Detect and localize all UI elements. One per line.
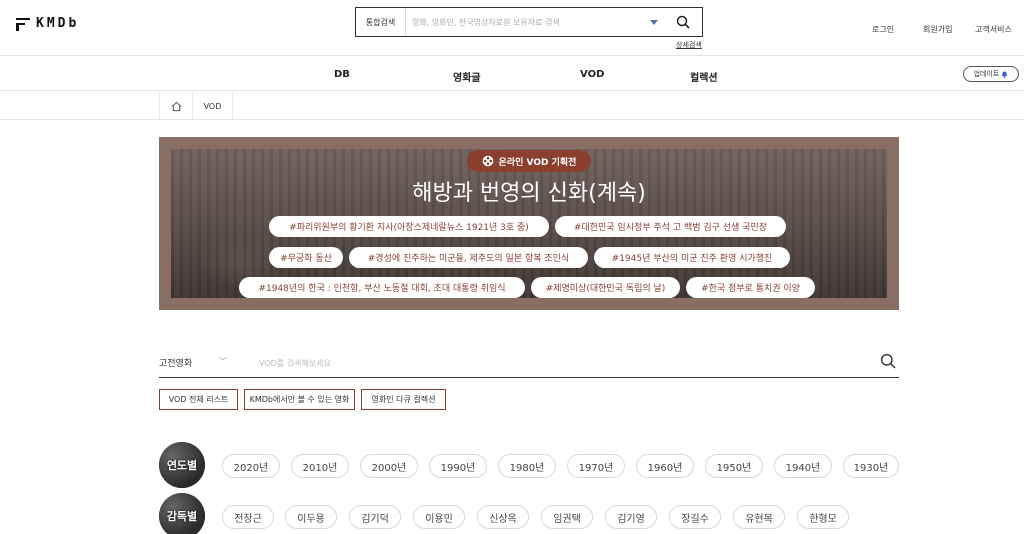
decade-chip[interactable]: 1970년 — [567, 454, 625, 478]
director-chip[interactable]: 장길수 — [669, 505, 721, 529]
banner-tag[interactable]: #대한민국 임시정부 주석 고 백범 김구 선생 국민장 — [555, 216, 786, 237]
banner-tag[interactable]: #제명미상(대한민국 독립의 날) — [531, 277, 680, 298]
login-link[interactable]: 로그인 — [872, 24, 894, 35]
global-search-input[interactable] — [406, 17, 650, 27]
top-header: KMDb 통합검색 상세검색 로그인 회원가입 고객서비스 — [0, 0, 1024, 56]
home-icon[interactable] — [159, 92, 193, 120]
director-chip[interactable]: 임권택 — [541, 505, 593, 529]
director-filter-icon: 감독별 — [159, 493, 205, 534]
decade-chip[interactable]: 1980년 — [498, 454, 556, 478]
update-button-label: 업데이트 — [973, 70, 1000, 78]
director-chip[interactable]: 전창근 — [222, 505, 274, 529]
director-chip[interactable]: 이용민 — [413, 505, 465, 529]
decade-chip[interactable]: 2010년 — [291, 454, 349, 478]
decade-filter-icon: 연도별 — [159, 442, 205, 488]
nav-item-collection[interactable]: 컬렉션 — [690, 69, 718, 84]
advanced-search-link[interactable]: 상세검색 — [676, 40, 702, 50]
banner-badge-label: 온라인 VOD 기획전 — [498, 157, 577, 168]
film-reel-icon — [482, 155, 493, 167]
decade-chip[interactable]: 2000년 — [360, 454, 418, 478]
bell-icon — [1002, 70, 1008, 78]
search-scope-label[interactable]: 통합검색 — [356, 8, 406, 36]
banner-badge: 온라인 VOD 기획전 — [467, 150, 591, 172]
breadcrumb: VOD — [0, 92, 1024, 120]
customer-service-link[interactable]: 고객서비스 — [975, 24, 1012, 35]
banner-tag[interactable]: #1945년 부산의 미군 진주 환영 시가행진 — [594, 247, 790, 268]
decade-filter-label: 연도별 — [166, 459, 198, 472]
breadcrumb-current[interactable]: VOD — [193, 92, 233, 120]
banner-tag[interactable]: #한국 정부로 통치권 이양 — [686, 277, 815, 298]
director-chip[interactable]: 이두용 — [285, 505, 337, 529]
vod-search-bar: 고전영화 ﹀ — [159, 350, 899, 378]
chevron-down-icon[interactable]: ﹀ — [219, 356, 227, 367]
decade-chip[interactable]: 1990년 — [429, 454, 487, 478]
vod-feature-banner[interactable]: 온라인 VOD 기획전 해방과 번영의 신화(계속) #파리위원부의 황기환 지… — [159, 137, 899, 310]
logo-text: KMDb — [36, 16, 80, 31]
decade-chip[interactable]: 1960년 — [636, 454, 694, 478]
logo-mark-icon — [16, 17, 30, 31]
vod-search-icon[interactable] — [877, 350, 899, 372]
vod-search-input[interactable] — [259, 354, 819, 372]
banner-title: 해방과 번영의 신화(계속) — [412, 181, 646, 206]
director-chip[interactable]: 김기영 — [605, 505, 657, 529]
nav-item-db[interactable]: DB — [334, 69, 350, 80]
decade-chip[interactable]: 1950년 — [705, 454, 763, 478]
nav-item-articles[interactable]: 영화글 — [453, 69, 481, 84]
director-chip[interactable]: 한형모 — [797, 505, 849, 529]
update-button[interactable]: 업데이트 — [963, 66, 1019, 82]
banner-tag[interactable]: #파리위원부의 황기환 지사(아장스제네랄뉴스 1921년 3호 중) — [269, 216, 549, 237]
kmdb-exclusive-button[interactable]: KMDb에서만 볼 수 있는 영화 — [244, 389, 355, 410]
decade-chip[interactable]: 2020년 — [222, 454, 280, 478]
banner-tag[interactable]: #1948년의 한국 : 인천항, 부산 노동절 대회, 초대 대통령 취임식 — [239, 277, 525, 298]
main-nav: DB 영화글 VOD 컬렉션 — [0, 57, 1024, 91]
filmmaker-docu-button[interactable]: 영화인 다큐 컬렉션 — [361, 389, 446, 410]
decade-chip[interactable]: 1930년 — [843, 454, 899, 478]
search-icon[interactable] — [670, 9, 696, 35]
director-chip[interactable]: 김기덕 — [349, 505, 401, 529]
vod-category-select[interactable]: 고전영화 — [159, 356, 192, 369]
director-chip[interactable]: 유현목 — [733, 505, 785, 529]
global-search-box: 통합검색 — [355, 7, 703, 37]
kmdb-logo[interactable]: KMDb — [16, 16, 79, 31]
nav-item-vod[interactable]: VOD — [580, 69, 604, 80]
search-dropdown-caret-icon[interactable] — [650, 19, 658, 25]
director-filter-label: 감독별 — [166, 510, 198, 523]
signup-link[interactable]: 회원가입 — [923, 24, 952, 35]
decade-chip[interactable]: 1940년 — [774, 454, 832, 478]
banner-tag[interactable]: #경성에 진주하는 미군들, 제주도의 일본 항복 조인식 — [349, 247, 588, 268]
banner-tag[interactable]: #무궁화 동산 — [269, 247, 343, 268]
director-chip[interactable]: 신상옥 — [477, 505, 529, 529]
vod-full-list-button[interactable]: VOD 전체 리스트 — [159, 389, 238, 410]
